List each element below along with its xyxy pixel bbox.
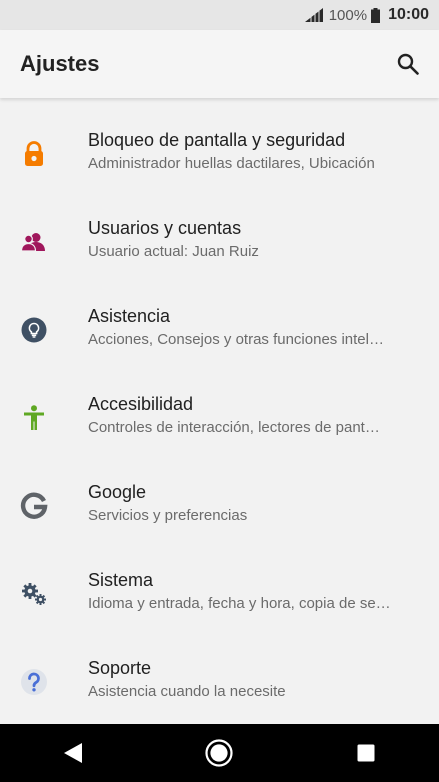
- google-icon: [20, 492, 48, 520]
- settings-list: Bloqueo de pantalla y seguridad Administ…: [0, 98, 439, 714]
- settings-item-assist[interactable]: Asistencia Acciones, Consejos y otras fu…: [0, 274, 439, 362]
- settings-item-label: Accesibilidad: [88, 394, 194, 414]
- search-button[interactable]: [395, 51, 421, 77]
- lock-icon: [20, 140, 48, 168]
- settings-item-accessibility[interactable]: Accesibilidad Controles de interacción, …: [0, 362, 439, 450]
- battery-icon: [371, 7, 381, 23]
- settings-item-label: Bloqueo de pantalla y seguridad: [88, 130, 346, 150]
- recents-button[interactable]: [346, 733, 386, 773]
- settings-item-label: Asistencia: [88, 306, 171, 326]
- settings-item-users-accounts[interactable]: Usuarios y cuentas Usuario actual: Juan …: [0, 186, 439, 274]
- settings-item-summary: Servicios y preferencias: [88, 507, 248, 524]
- settings-item-summary: Usuario actual: Juan Ruiz: [88, 243, 259, 260]
- back-icon: [64, 743, 83, 763]
- settings-item-label: Google: [88, 482, 147, 502]
- gears-icon: [20, 580, 48, 608]
- settings-item-summary: Idioma y entrada, fecha y hora, copia de…: [88, 595, 391, 612]
- back-button[interactable]: [53, 733, 93, 773]
- settings-item-summary: Controles de interacción, lectores de pa…: [88, 419, 380, 436]
- status-bar: 100% 10:00: [0, 0, 439, 30]
- settings-item-support[interactable]: Soporte Asistencia cuando la necesite: [0, 626, 439, 714]
- settings-item-summary: Acciones, Consejos y otras funciones int…: [88, 331, 384, 348]
- settings-item-google[interactable]: Google Servicios y preferencias: [0, 450, 439, 538]
- home-icon: [205, 739, 234, 767]
- home-button[interactable]: [199, 733, 239, 773]
- navigation-bar: [0, 724, 439, 782]
- clock: 10:00: [388, 6, 429, 23]
- page-title: Ajustes: [20, 51, 100, 76]
- settings-screen: 100% 10:00 Ajustes Bloqueo de pantalla y…: [0, 0, 439, 782]
- settings-item-label: Usuarios y cuentas: [88, 218, 242, 238]
- help-icon: [20, 668, 48, 696]
- signal-icon: [304, 8, 323, 22]
- settings-item-summary: Administrador huellas dactilares, Ubicac…: [88, 155, 375, 172]
- users-icon: [20, 228, 48, 256]
- app-bar: Ajustes: [0, 30, 439, 98]
- recents-icon: [357, 744, 375, 762]
- settings-item-system[interactable]: Sistema Idioma y entrada, fecha y hora, …: [0, 538, 439, 626]
- accessibility-icon: [20, 404, 48, 432]
- settings-item-summary: Asistencia cuando la necesite: [88, 683, 286, 700]
- settings-item-label: Sistema: [88, 570, 154, 590]
- settings-item-label: Soporte: [88, 658, 152, 678]
- lightbulb-icon: [20, 316, 48, 344]
- battery-percent: 100%: [328, 6, 368, 24]
- search-icon: [397, 53, 419, 75]
- settings-item-lock-screen[interactable]: Bloqueo de pantalla y seguridad Administ…: [0, 98, 439, 186]
